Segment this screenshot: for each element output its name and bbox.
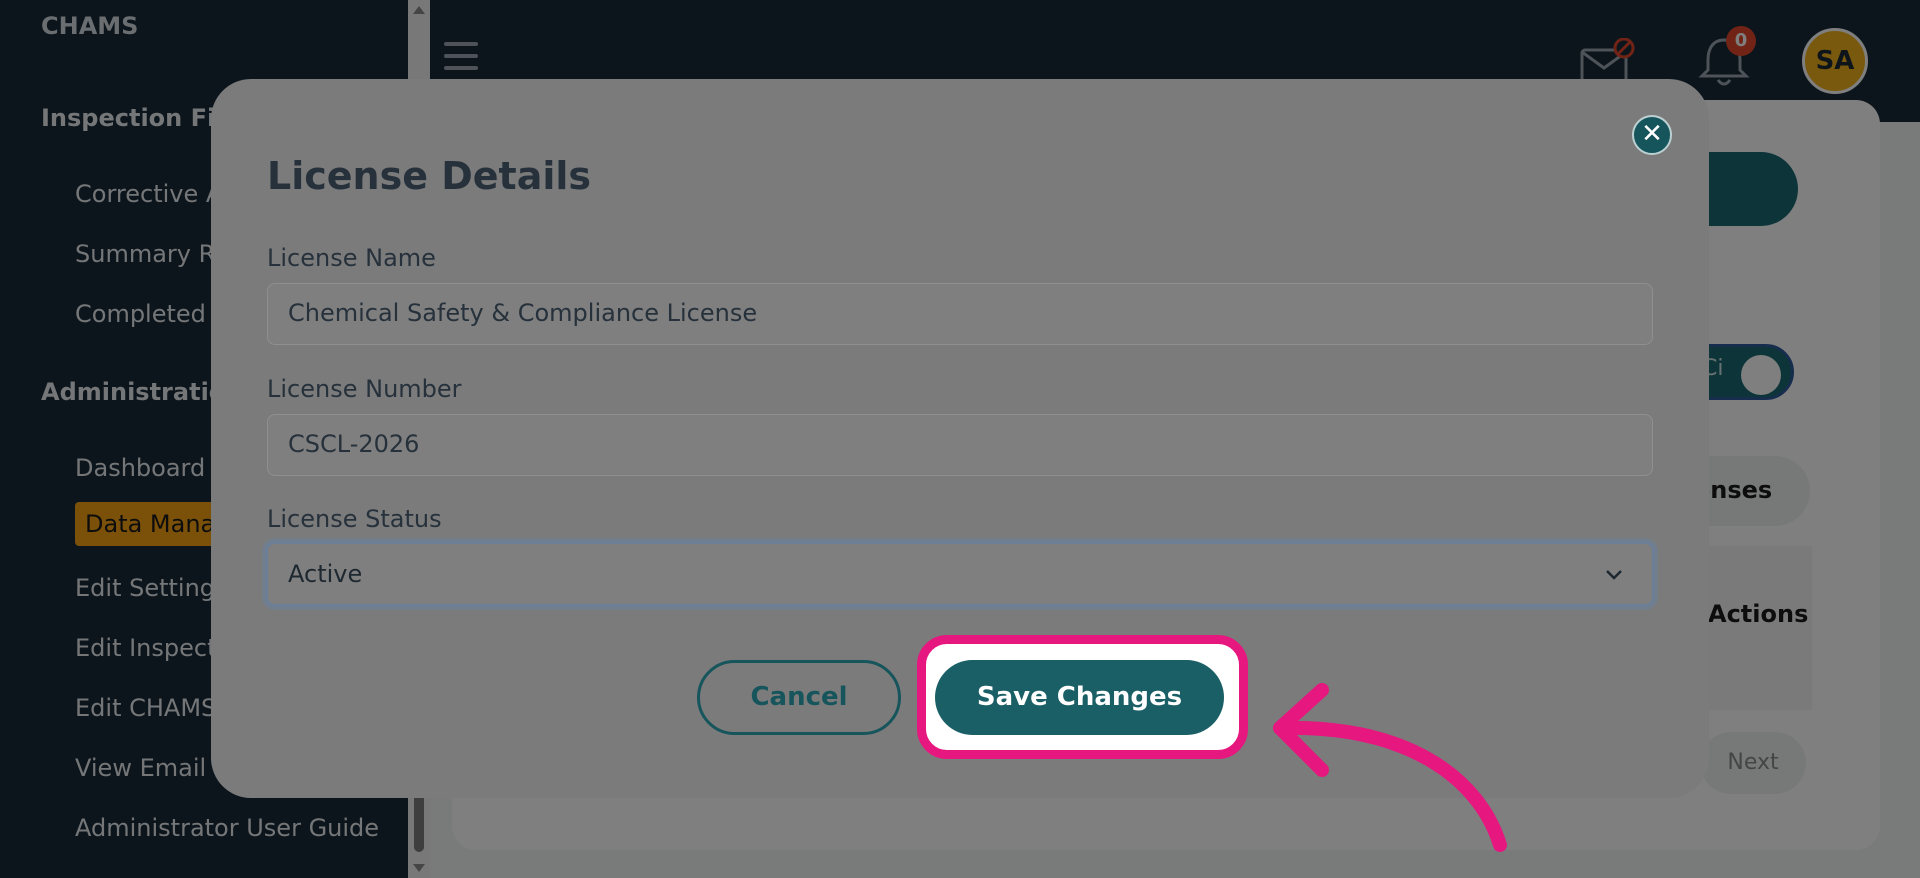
cancel-button[interactable]: Cancel <box>697 660 901 735</box>
license-number-input[interactable]: CSCL-2026 <box>267 414 1653 476</box>
license-number-label: License Number <box>267 375 462 403</box>
save-changes-button[interactable]: Save Changes <box>935 660 1224 735</box>
license-status-select[interactable]: Active <box>265 541 1655 607</box>
license-name-input[interactable]: Chemical Safety & Compliance License <box>267 283 1653 345</box>
license-name-label: License Name <box>267 244 436 272</box>
pointer-arrow-icon <box>1250 670 1520 870</box>
close-icon[interactable]: ✕ <box>1632 115 1672 155</box>
license-status-label: License Status <box>267 505 442 533</box>
modal-title: License Details <box>267 154 592 198</box>
chevron-down-icon[interactable] <box>1605 566 1623 584</box>
